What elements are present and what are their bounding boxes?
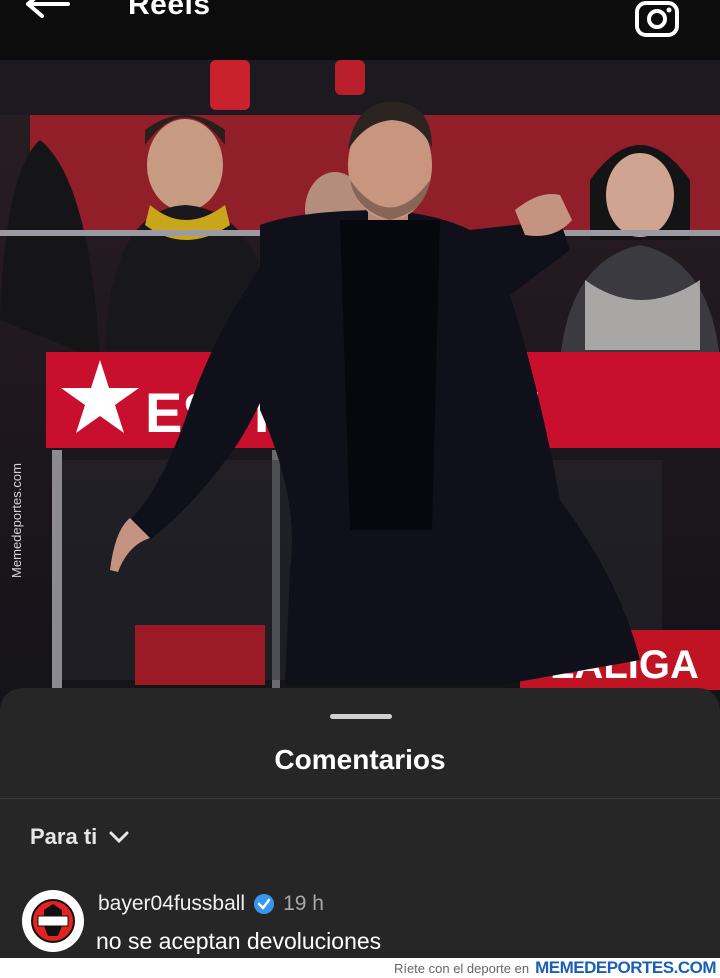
comments-sheet: Comentarios Para ti bayer04fussball 19 h bbox=[0, 688, 720, 958]
back-arrow-icon[interactable] bbox=[22, 0, 72, 24]
chevron-down-icon bbox=[109, 831, 129, 844]
comments-title: Comentarios bbox=[274, 744, 446, 775]
footer-watermark: Ríete con el deporte en MEMEDEPORTES.COM bbox=[0, 958, 720, 978]
comment-text: no se aceptan devoluciones bbox=[96, 928, 382, 954]
avatar[interactable] bbox=[22, 890, 84, 952]
footer-site: MEMEDEPORTES.COM bbox=[535, 958, 716, 977]
top-bar: Reels bbox=[0, 0, 720, 60]
verified-badge-icon bbox=[254, 894, 275, 914]
camera-icon[interactable] bbox=[634, 0, 680, 38]
reel-video[interactable]: ESTRE M LALIGA Memedeportes.com bbox=[0, 60, 720, 720]
divider bbox=[0, 798, 720, 799]
comment-filter-dropdown[interactable]: Para ti bbox=[30, 824, 129, 850]
page-title: Reels bbox=[128, 0, 211, 21]
footer-tagline: Ríete con el deporte en bbox=[393, 960, 530, 976]
bayer-logo-icon bbox=[23, 891, 83, 951]
username[interactable]: bayer04fussball bbox=[98, 892, 245, 916]
filter-label: Para ti bbox=[30, 824, 98, 849]
side-watermark: Memedeportes.com bbox=[8, 462, 24, 578]
comment-item: bayer04fussball 19 h no se aceptan devol… bbox=[22, 888, 702, 958]
drag-handle[interactable] bbox=[330, 714, 392, 719]
video-frame: ESTRE M LALIGA bbox=[0, 60, 720, 720]
comment-time: 19 h bbox=[283, 892, 324, 915]
comment-author: bayer04fussball 19 h bbox=[98, 892, 324, 916]
